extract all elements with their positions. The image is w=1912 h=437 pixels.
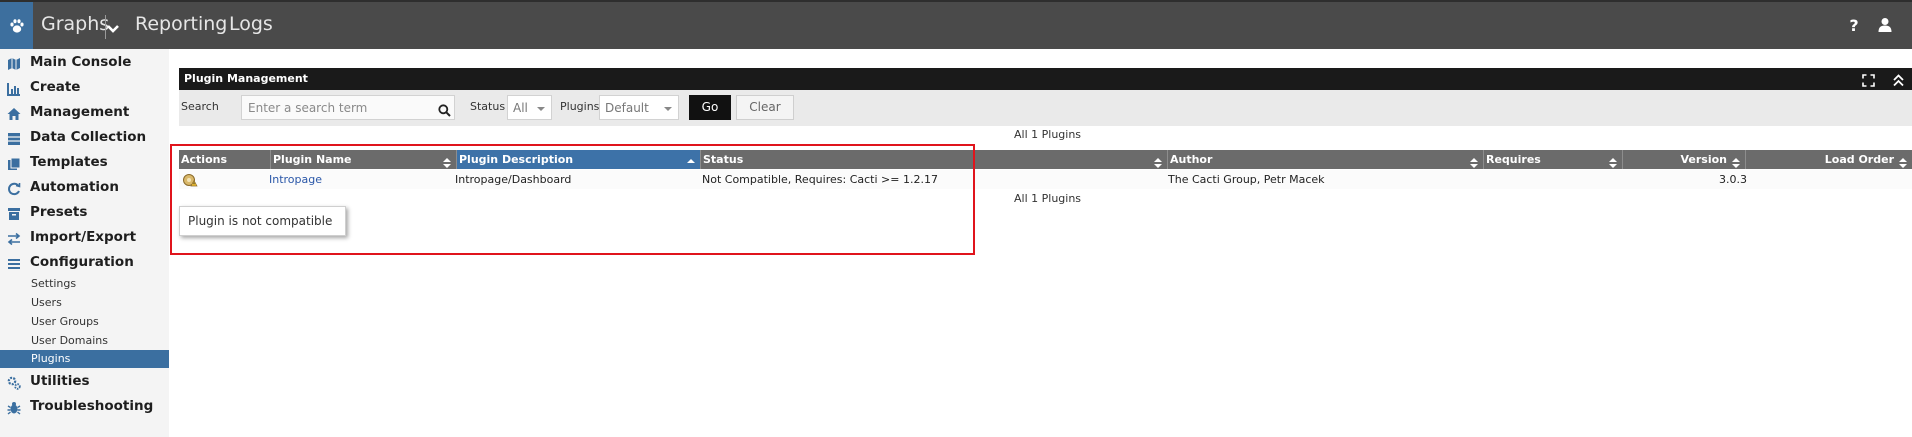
refresh-icon <box>7 181 21 196</box>
column-header-author[interactable]: Author <box>1168 150 1484 169</box>
sidebar-item-label: Templates <box>30 154 108 170</box>
sidebar-item-automation[interactable]: Automation <box>0 177 169 199</box>
search-label: Search <box>181 100 219 113</box>
column-header-requires[interactable]: Requires <box>1484 150 1623 169</box>
expand-icon[interactable] <box>1862 72 1875 91</box>
sidebar-subitem-settings[interactable]: Settings <box>0 275 169 293</box>
sort-icon <box>1732 154 1740 168</box>
plugin-author-cell: The Cacti Group, Petr Macek <box>1168 173 1325 186</box>
map-icon <box>7 56 21 70</box>
sidebar-item-label: Troubleshooting <box>30 398 154 414</box>
go-button[interactable]: Go <box>689 95 731 120</box>
sidebar-item-label: Automation <box>30 179 119 195</box>
sidebar-item-label: Utilities <box>30 373 90 389</box>
sidebar-item-create[interactable]: Create <box>0 77 169 99</box>
pagination-summary-top: All 1 Plugins <box>1014 128 1082 141</box>
sidebar-subitem-plugins[interactable]: Plugins <box>0 350 169 368</box>
sidebar-item-label: Configuration <box>30 254 134 270</box>
sidebar-subitem-label: Users <box>31 296 62 309</box>
tab-logs[interactable]: Logs <box>229 13 273 35</box>
chart-icon <box>7 81 21 96</box>
home-icon <box>7 106 21 120</box>
sidebar-item-label: Management <box>30 104 130 120</box>
caret-down-icon <box>537 107 545 111</box>
panel-header: Plugin Management <box>179 68 1912 90</box>
sidebar-item-presets[interactable]: Presets <box>0 202 169 224</box>
column-header-load-order[interactable]: Load Order <box>1746 150 1912 169</box>
sidebar-subitem-label: User Groups <box>31 315 99 328</box>
tab-reporting[interactable]: Reporting <box>135 13 227 35</box>
panel-title: Plugin Management <box>184 72 308 85</box>
exchange-icon <box>7 231 21 246</box>
status-select[interactable]: All <box>507 95 552 120</box>
sidebar-subitem-label: Plugins <box>31 352 71 365</box>
status-select-value: All <box>513 101 528 115</box>
sort-icon <box>1154 154 1162 168</box>
collapse-icon[interactable] <box>1892 72 1905 91</box>
sliders-icon <box>7 256 21 270</box>
database-icon <box>7 131 21 145</box>
column-header-label: Author <box>1170 153 1213 166</box>
copy-icon <box>7 156 21 170</box>
sidebar-item-templates[interactable]: Templates <box>0 152 169 174</box>
filter-bar: Search Status All Plugins Default Go Cle… <box>179 90 1912 126</box>
top-navigation-bar: Graphs Reporting Logs ? <box>0 0 1912 49</box>
clear-button[interactable]: Clear <box>736 95 794 120</box>
search-field[interactable] <box>241 95 455 120</box>
plugins-select[interactable]: Default <box>599 95 679 120</box>
column-header-label: Requires <box>1486 153 1541 166</box>
sidebar-item-utilities[interactable]: Utilities <box>0 371 169 393</box>
chevron-down-icon[interactable] <box>106 20 120 39</box>
sidebar-item-data-collection[interactable]: Data Collection <box>0 127 169 149</box>
plugin-version-cell: 3.0.3 <box>1719 173 1747 186</box>
sidebar-item-troubleshooting[interactable]: Troubleshooting <box>0 396 169 418</box>
pagination-summary-bottom: All 1 Plugins <box>1014 192 1082 205</box>
highlight-box <box>170 144 975 255</box>
sidebar: Main Console Create Management Data Coll… <box>0 49 169 437</box>
status-label: Status <box>470 100 506 113</box>
sidebar-item-management[interactable]: Management <box>0 102 169 124</box>
sidebar-item-label: Import/Export <box>30 229 137 245</box>
sidebar-item-configuration[interactable]: Configuration <box>0 252 169 274</box>
search-input[interactable] <box>248 100 428 115</box>
tab-graphs[interactable]: Graphs <box>41 13 109 35</box>
sidebar-item-label: Presets <box>30 204 88 220</box>
bug-icon <box>7 400 21 415</box>
sidebar-subitem-label: Settings <box>31 277 77 290</box>
sidebar-subitem-users[interactable]: Users <box>0 294 169 312</box>
plugins-label: Plugins <box>560 100 600 113</box>
sidebar-item-main-console[interactable]: Main Console <box>0 52 169 74</box>
column-header-label: Load Order <box>1824 153 1894 166</box>
paw-icon[interactable] <box>0 2 33 49</box>
sort-icon <box>1609 154 1617 168</box>
sort-icon <box>1470 154 1478 168</box>
search-icon[interactable] <box>438 102 451 121</box>
column-header-version[interactable]: Version <box>1623 150 1746 169</box>
sidebar-item-label: Main Console <box>30 54 132 70</box>
caret-down-icon <box>664 107 672 111</box>
sidebar-item-label: Create <box>30 79 81 95</box>
help-icon[interactable]: ? <box>1846 16 1862 36</box>
archive-icon <box>7 206 21 220</box>
sidebar-subitem-user-domains[interactable]: User Domains <box>0 332 169 350</box>
sidebar-item-label: Data Collection <box>30 129 147 145</box>
sidebar-subitem-label: User Domains <box>31 334 108 347</box>
sidebar-subitem-user-groups[interactable]: User Groups <box>0 313 169 331</box>
cogs-icon <box>7 375 21 390</box>
sidebar-item-import-export[interactable]: Import/Export <box>0 227 169 249</box>
column-header-label: Version <box>1680 153 1727 166</box>
sort-icon <box>1899 154 1907 168</box>
user-icon[interactable] <box>1878 17 1892 37</box>
plugins-select-value: Default <box>605 101 649 115</box>
